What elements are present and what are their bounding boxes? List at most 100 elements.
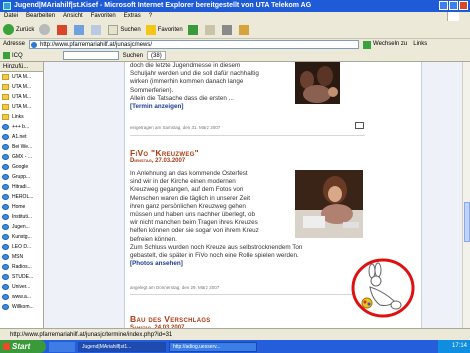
article2-meta: angelegt am Donnerstag, den 29. März 200…	[130, 285, 220, 290]
sidebar-item[interactable]: UTA M...	[0, 92, 43, 102]
article1-meta: eingetragen am Samstag, den 31. März 200…	[130, 125, 221, 130]
address-url: http://www.pfarremariahilf.at/junasjc/ne…	[40, 42, 153, 48]
start-button[interactable]: Start	[0, 340, 46, 353]
history-button[interactable]	[187, 24, 200, 35]
toolbar-search-button[interactable]: Suchen	[123, 50, 143, 62]
article2-title[interactable]: FiVo "Kreuzweg"	[130, 148, 199, 158]
sidebar-item[interactable]: GMX - ...	[0, 152, 43, 162]
ie-page-icon	[2, 224, 9, 230]
comment-icon[interactable]	[355, 122, 364, 129]
menu-bar: Datei Bearbeiten Ansicht Favoriten Extra…	[0, 12, 470, 21]
ie-page-icon	[2, 214, 9, 220]
sidebar-item[interactable]: UTA M...	[0, 82, 43, 92]
vertical-scrollbar[interactable]	[462, 62, 470, 340]
menu-extras[interactable]: Extras	[124, 12, 141, 21]
article2-body: In Anlehnung an das kommende Osterfest s…	[130, 170, 259, 243]
address-bar: Adresse http://www.pfarremariahilf.at/ju…	[0, 39, 470, 50]
sidebar-item[interactable]: LEO D...	[0, 242, 43, 252]
favorites-panel: Hinzufü... UTA M... UTA M... UTA M... UT…	[0, 62, 44, 340]
forward-button[interactable]	[39, 24, 52, 35]
print-button[interactable]	[221, 24, 234, 35]
go-arrow-icon	[363, 40, 372, 49]
sidebar-item[interactable]: Jugen...	[0, 222, 43, 232]
menu-datei[interactable]: Datei	[4, 12, 18, 21]
ie-page-icon	[2, 254, 9, 260]
sidebar-item[interactable]: Grupp...	[0, 172, 43, 182]
sidebar-item[interactable]: Kunstg...	[0, 232, 43, 242]
menu-help[interactable]: ?	[149, 12, 152, 21]
youth-mass-photo	[295, 62, 340, 104]
back-button[interactable]: Zurück	[3, 24, 34, 35]
toolbar: Zurück Suchen Favoriten	[0, 21, 470, 39]
sidebar-item[interactable]: Radios...	[0, 262, 43, 272]
icq-label[interactable]: ICQ	[12, 50, 23, 62]
termin-link[interactable]: [Termin anzeigen]	[130, 103, 290, 111]
mail-icon	[204, 24, 215, 35]
menu-favoriten[interactable]: Favoriten	[91, 12, 116, 21]
ie-page-icon	[2, 294, 9, 300]
ie-icon	[3, 2, 11, 10]
clock: 17:14	[451, 343, 467, 349]
ie-page-icon	[2, 244, 9, 250]
sidebar-item[interactable]: Willkom...	[0, 302, 43, 312]
sidebar-item[interactable]: Bei We...	[0, 142, 43, 152]
photos-link[interactable]: [Photos ansehen]	[130, 260, 360, 268]
refresh-button[interactable]	[74, 24, 86, 35]
quick-launch[interactable]	[49, 341, 75, 352]
ie-page-icon	[2, 134, 9, 140]
menu-bearbeiten[interactable]: Bearbeiten	[26, 12, 55, 21]
divider	[130, 294, 355, 295]
article2-date: Dienstag, 27.03.2007	[130, 158, 186, 164]
ie-page-icon	[2, 284, 9, 290]
sidebar-item[interactable]: Google	[0, 162, 43, 172]
counter-badge[interactable]: (38)	[147, 51, 166, 60]
toolbar-search-input[interactable]	[62, 51, 119, 60]
sidebar-item[interactable]: +++ b...	[0, 122, 43, 132]
easter-bunny-drawing	[351, 258, 415, 318]
article2-body-wide: Zum Schluss wurden noch Kreuze aus selbs…	[130, 244, 360, 269]
sidebar-item[interactable]: STUDE...	[0, 272, 43, 282]
sidebar-item[interactable]: MSN	[0, 252, 43, 262]
minimize-button[interactable]	[439, 1, 448, 10]
menu-ansicht[interactable]: Ansicht	[63, 12, 83, 21]
home-icon	[91, 24, 102, 35]
go-button[interactable]: Wechseln zu	[363, 39, 407, 50]
edit-button[interactable]	[238, 24, 251, 35]
links-label[interactable]: Links	[413, 39, 427, 50]
close-button[interactable]	[459, 1, 468, 10]
sidebar-item[interactable]: Links	[0, 112, 43, 122]
sidebar-item[interactable]: Hitradi...	[0, 182, 43, 192]
home-button[interactable]	[91, 24, 103, 35]
star-icon	[145, 24, 156, 35]
taskbar-item[interactable]: http://adiog.uesserv...	[169, 341, 257, 352]
ie-page-icon	[2, 264, 9, 270]
address-label: Adresse	[3, 41, 26, 47]
sidebar-item[interactable]: HEROL...	[0, 192, 43, 202]
ie-page-icon	[2, 164, 9, 170]
article3-title[interactable]: Bau des Verschlags	[130, 314, 211, 324]
status-bar: http://www.pfarremariahilf.at/junasjc/te…	[0, 328, 470, 340]
mail-button[interactable]	[204, 24, 217, 35]
sidebar-item[interactable]: UTA M...	[0, 102, 43, 112]
windows-logo-icon	[447, 12, 459, 21]
sidebar-item[interactable]: www.a...	[0, 292, 43, 302]
sidebar-item[interactable]: Home	[0, 202, 43, 212]
page-column: doch die letzte Jugendmesse in diesem Sc…	[124, 62, 422, 340]
history-icon	[187, 24, 198, 35]
favorites-button[interactable]: Favoriten	[145, 24, 183, 35]
folder-icon	[2, 114, 9, 120]
stop-button[interactable]	[57, 24, 69, 35]
address-input[interactable]: http://www.pfarremariahilf.at/junasjc/ne…	[29, 40, 360, 49]
browser-window: Jugend|MAriahilf|st.Kisef - Microsoft In…	[0, 0, 470, 353]
add-favorite-button[interactable]: Hinzufü...	[0, 62, 43, 72]
search-icon	[108, 24, 119, 35]
search-button[interactable]: Suchen	[108, 24, 141, 35]
sidebar-item[interactable]: UTA M...	[0, 72, 43, 82]
taskbar-item[interactable]: Jugend|MAriahilf|st1...	[78, 341, 166, 352]
sidebar-item[interactable]: Instituti...	[0, 212, 43, 222]
maximize-button[interactable]	[449, 1, 458, 10]
sidebar-item[interactable]: A1.net	[0, 132, 43, 142]
scrollbar-thumb[interactable]	[464, 202, 470, 242]
forward-arrow-icon	[39, 24, 51, 35]
sidebar-item[interactable]: Univer...	[0, 282, 43, 292]
